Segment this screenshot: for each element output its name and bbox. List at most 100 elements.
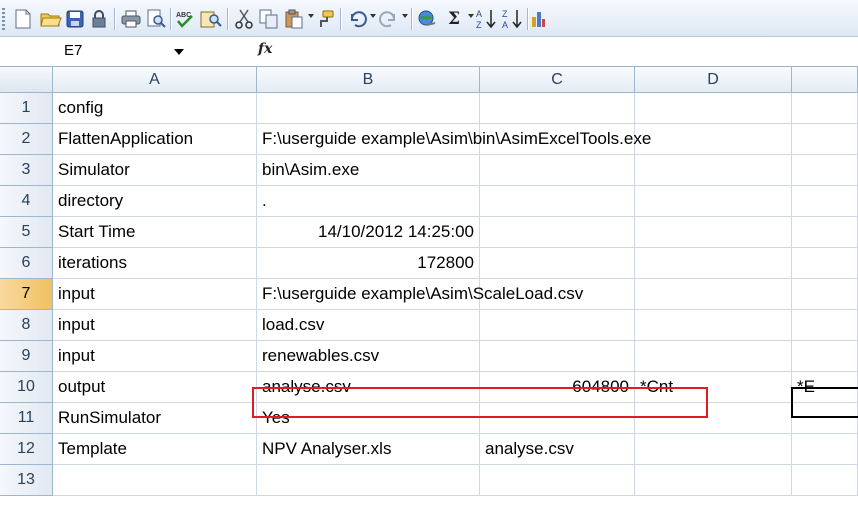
cell-e12[interactable] [792, 434, 858, 465]
row-header[interactable]: 3 [0, 155, 53, 186]
copy-icon[interactable] [258, 8, 280, 30]
cell-d5[interactable] [635, 217, 792, 248]
row-header[interactable]: 1 [0, 93, 53, 124]
cell-b9[interactable]: renewables.csv [257, 341, 480, 372]
row-header[interactable]: 6 [0, 248, 53, 279]
cell-d7[interactable] [635, 279, 792, 310]
save-icon[interactable] [64, 8, 86, 30]
cell-d2[interactable] [635, 124, 792, 155]
cell-e1[interactable] [792, 93, 858, 124]
research-icon[interactable] [200, 8, 222, 30]
cell-e4[interactable] [792, 186, 858, 217]
cell-a6[interactable]: iterations [53, 248, 257, 279]
sort-descending-icon[interactable]: ZA [502, 8, 524, 30]
open-folder-icon[interactable] [40, 8, 62, 30]
cell-d13[interactable] [635, 465, 792, 496]
toolbar-grip[interactable] [2, 8, 5, 30]
cell-a10[interactable]: output [53, 372, 257, 403]
name-box[interactable]: E7 [56, 39, 244, 63]
cell-c5[interactable] [480, 217, 635, 248]
cell-a12[interactable]: Template [53, 434, 257, 465]
column-header-b[interactable]: B [257, 67, 480, 93]
permission-icon[interactable] [88, 8, 110, 30]
row-header[interactable]: 9 [0, 341, 53, 372]
print-preview-icon[interactable] [145, 8, 167, 30]
cell-d1[interactable] [635, 93, 792, 124]
cell-d9[interactable] [635, 341, 792, 372]
row-header[interactable]: 13 [0, 465, 53, 496]
chart-wizard-icon[interactable] [531, 8, 545, 30]
cell-a4[interactable]: directory [53, 186, 257, 217]
cell-c8[interactable] [480, 310, 635, 341]
cell-d4[interactable] [635, 186, 792, 217]
paste-icon[interactable] [283, 8, 305, 30]
cell-a13[interactable] [53, 465, 257, 496]
row-header[interactable]: 11 [0, 403, 53, 434]
cell-c4[interactable] [480, 186, 635, 217]
cell-a5[interactable]: Start Time [53, 217, 257, 248]
row-header[interactable]: 2 [0, 124, 53, 155]
insert-function-icon[interactable]: fx [258, 41, 272, 57]
cell-a3[interactable]: Simulator [53, 155, 257, 186]
column-header-c[interactable]: C [480, 67, 635, 93]
cell-b13[interactable] [257, 465, 480, 496]
hyperlink-icon[interactable] [417, 8, 439, 30]
cell-d12[interactable] [635, 434, 792, 465]
cell-e9[interactable] [792, 341, 858, 372]
cell-a8[interactable]: input [53, 310, 257, 341]
cell-c12[interactable]: analyse.csv [480, 434, 635, 465]
formula-input[interactable] [286, 39, 846, 63]
spelling-icon[interactable]: ABC [175, 8, 197, 30]
cell-b12[interactable]: NPV Analyser.xls [257, 434, 480, 465]
cell-e13[interactable] [792, 465, 858, 496]
cell-b8[interactable]: load.csv [257, 310, 480, 341]
row-header[interactable]: 4 [0, 186, 53, 217]
cell-e7[interactable] [792, 279, 858, 310]
cell-e11[interactable] [792, 403, 858, 434]
column-header-a[interactable]: A [53, 67, 257, 93]
cut-icon[interactable] [233, 8, 255, 30]
cell-e10[interactable]: *E [792, 372, 858, 403]
new-document-icon[interactable] [12, 8, 34, 30]
cell-c11[interactable] [480, 403, 635, 434]
cell-b3[interactable]: bin\Asim.exe [257, 155, 480, 186]
cell-a9[interactable]: input [53, 341, 257, 372]
cell-a2[interactable]: FlattenApplication [53, 124, 257, 155]
cell-e3[interactable] [792, 155, 858, 186]
cell-b1[interactable] [257, 93, 480, 124]
format-painter-icon[interactable] [314, 8, 336, 30]
column-header-e[interactable] [792, 67, 858, 93]
cell-b5[interactable]: 14/10/2012 14:25:00 [257, 217, 480, 248]
cell-b7[interactable]: F:\userguide example\Asim\ScaleLoad.csv [257, 279, 583, 310]
undo-icon[interactable] [346, 8, 368, 30]
cell-d10[interactable]: *Cnt [635, 372, 792, 403]
cell-a7[interactable]: input [53, 279, 257, 310]
autosum-icon[interactable]: Σ [443, 8, 465, 30]
cell-d6[interactable] [635, 248, 792, 279]
cell-e5[interactable] [792, 217, 858, 248]
cell-b2[interactable]: F:\userguide example\Asim\bin\AsimExcelT… [257, 124, 651, 155]
sort-ascending-icon[interactable]: AZ [476, 8, 498, 30]
cell-b6[interactable]: 172800 [257, 248, 480, 279]
cell-c9[interactable] [480, 341, 635, 372]
cell-c6[interactable] [480, 248, 635, 279]
cell-e8[interactable] [792, 310, 858, 341]
row-header[interactable]: 10 [0, 372, 53, 403]
cell-e6[interactable] [792, 248, 858, 279]
cell-b10[interactable]: analyse.csv [257, 372, 480, 403]
select-all-corner[interactable] [0, 67, 53, 93]
cell-c3[interactable] [480, 155, 635, 186]
undo-dropdown-arrow[interactable] [370, 14, 376, 18]
cell-e2[interactable] [792, 124, 858, 155]
cell-a1[interactable]: config [53, 93, 257, 124]
row-header[interactable]: 12 [0, 434, 53, 465]
row-header[interactable]: 5 [0, 217, 53, 248]
chevron-down-icon[interactable] [174, 49, 184, 55]
cell-d8[interactable] [635, 310, 792, 341]
redo-dropdown-arrow[interactable] [402, 14, 408, 18]
row-header[interactable]: 7 [0, 279, 53, 310]
cell-c10[interactable]: 604800 [480, 372, 635, 403]
cell-a11[interactable]: RunSimulator [53, 403, 257, 434]
cell-d11[interactable] [635, 403, 792, 434]
row-header[interactable]: 8 [0, 310, 53, 341]
